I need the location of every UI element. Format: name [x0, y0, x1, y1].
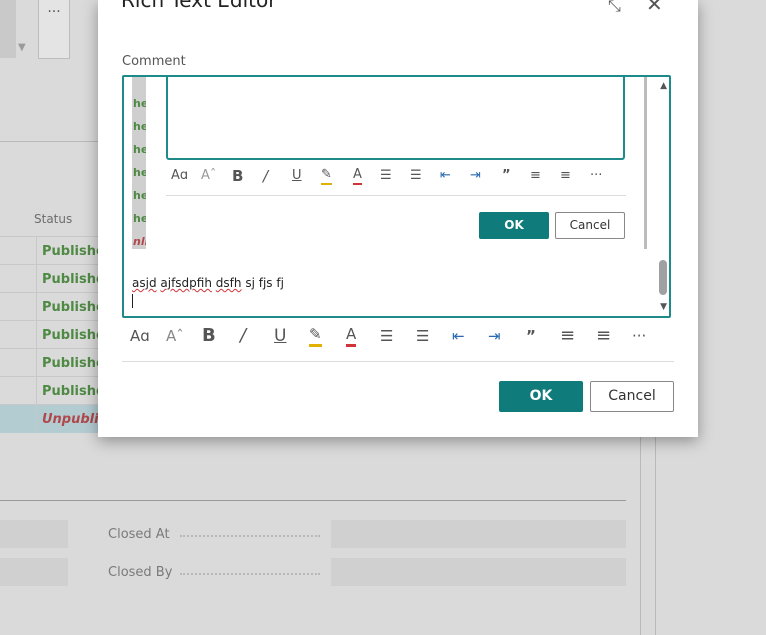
- status-value: Publishe: [42, 356, 105, 371]
- status-value: Publishe: [42, 384, 105, 399]
- left-field-2[interactable]: [0, 558, 68, 586]
- embedded-status-strip: he he he he he he nli: [132, 77, 146, 249]
- scroll-down-arrow-icon[interactable]: ▼: [18, 42, 26, 53]
- closed-at-leader: [180, 535, 320, 537]
- align-left-icon[interactable]: ≡: [560, 324, 575, 348]
- editor-word: asjd: [132, 276, 157, 290]
- editor-scroll-thumb[interactable]: [659, 260, 667, 295]
- embedded-status-published: he: [133, 143, 146, 156]
- status-row[interactable]: Publishe: [0, 376, 105, 405]
- embedded-ok-button[interactable]: OK: [479, 212, 549, 239]
- closed-at-field[interactable]: [331, 520, 626, 548]
- numbered-list-icon[interactable]: ☰: [410, 166, 422, 186]
- embedded-status-published: he: [133, 189, 146, 202]
- text-caret: [132, 294, 133, 308]
- quote-icon[interactable]: ”: [526, 324, 536, 348]
- editor-word: fj: [276, 276, 284, 290]
- closed-at-label: Closed At: [108, 527, 170, 542]
- align-center-icon[interactable]: ≡: [596, 324, 611, 348]
- embedded-status-published: he: [133, 166, 146, 179]
- highlight-icon[interactable]: ✎: [321, 166, 332, 185]
- more-options-button[interactable]: ...: [38, 0, 70, 59]
- dialog-separator: [122, 361, 674, 362]
- comment-label: Comment: [122, 54, 186, 69]
- rich-text-editor-dialog: Rich Text Editor ⤡ ✕ Comment he he he he…: [98, 0, 698, 437]
- editor-word: fjs: [258, 276, 273, 290]
- embedded-status-published: he: [133, 97, 146, 110]
- embedded-editor-area[interactable]: [166, 77, 625, 160]
- status-row[interactable]: Publishe: [0, 320, 105, 349]
- status-value: Publishe: [42, 300, 105, 315]
- indent-icon[interactable]: ⇥: [470, 166, 481, 186]
- more-options-label: ...: [47, 0, 61, 16]
- dialog-title: Rich Text Editor: [121, 0, 277, 12]
- editor-word: sj: [245, 276, 255, 290]
- editor-word: dsfh: [215, 276, 242, 290]
- font-size-icon[interactable]: Aɑ: [171, 166, 188, 186]
- indent-icon[interactable]: ⇥: [488, 324, 501, 348]
- outdent-icon[interactable]: ⇤: [452, 324, 465, 348]
- formatting-toolbar: Aɑ Aˆ B / U ✎ A ☰ ☰ ⇤ ⇥ ” ≡ ≡ ···: [122, 324, 671, 348]
- status-row[interactable]: Publishe: [0, 236, 105, 265]
- close-icon[interactable]: ✕: [646, 0, 663, 16]
- scroll-up-arrow-icon[interactable]: ▲: [660, 81, 667, 91]
- underline-icon[interactable]: U: [274, 324, 286, 348]
- status-value: Publishe: [42, 244, 105, 259]
- embedded-cancel-button[interactable]: Cancel: [555, 212, 625, 239]
- more-formatting-icon[interactable]: ···: [590, 166, 602, 186]
- more-formatting-icon[interactable]: ···: [632, 324, 646, 348]
- bullets-icon[interactable]: ☰: [380, 166, 392, 186]
- font-color-icon[interactable]: A: [346, 324, 357, 347]
- quote-icon[interactable]: ”: [502, 166, 511, 186]
- closed-by-label: Closed By: [108, 565, 173, 580]
- font-color-icon[interactable]: A: [353, 166, 362, 185]
- cancel-button[interactable]: Cancel: [590, 381, 674, 412]
- comment-editor[interactable]: he he he he he he nli Aɑ Aˆ B / U ✎ A ☰ …: [122, 75, 671, 318]
- embedded-scrollbar[interactable]: [644, 77, 647, 249]
- status-row[interactable]: Publishe: [0, 292, 105, 321]
- embedded-status-published: he: [133, 212, 146, 225]
- bullets-icon[interactable]: ☰: [380, 324, 393, 348]
- collapse-icon[interactable]: ⤡: [608, 0, 621, 16]
- section-divider: [0, 500, 626, 501]
- closed-by-leader: [180, 573, 320, 575]
- bold-icon[interactable]: B: [232, 166, 243, 186]
- status-row[interactable]: Unpublis: [0, 404, 106, 433]
- numbered-list-icon[interactable]: ☰: [416, 324, 429, 348]
- underline-icon[interactable]: U: [292, 166, 302, 186]
- grow-font-icon[interactable]: Aˆ: [201, 166, 216, 186]
- bold-icon[interactable]: B: [202, 324, 216, 348]
- status-row[interactable]: Publishe: [0, 264, 105, 293]
- font-size-icon[interactable]: Aɑ: [130, 324, 150, 348]
- status-value: Unpublis: [42, 412, 107, 427]
- grow-font-icon[interactable]: Aˆ: [166, 324, 184, 348]
- embedded-status-published: he: [133, 120, 146, 133]
- status-value: Publishe: [42, 272, 105, 287]
- closed-by-field[interactable]: [331, 558, 626, 586]
- editor-text[interactable]: asjd ajfsdpfih dsfh sj fjs fj: [132, 276, 284, 290]
- align-left-icon[interactable]: ≡: [530, 166, 541, 186]
- italic-icon[interactable]: /: [263, 166, 268, 186]
- ok-button[interactable]: OK: [499, 381, 583, 412]
- status-value: Publishe: [42, 328, 105, 343]
- outdent-icon[interactable]: ⇤: [440, 166, 451, 186]
- editor-word: ajfsdpfih: [160, 276, 212, 290]
- background-scrollbar[interactable]: [0, 0, 16, 58]
- embedded-separator: [166, 195, 626, 196]
- status-column-header: Status: [34, 212, 73, 226]
- left-field-1[interactable]: [0, 520, 68, 548]
- align-center-icon[interactable]: ≡: [560, 166, 571, 186]
- highlight-icon[interactable]: ✎: [309, 324, 322, 347]
- status-column-divider: [36, 236, 37, 432]
- scroll-down-arrow-icon[interactable]: ▼: [660, 302, 667, 312]
- embedded-status-unpublished: nli: [133, 235, 146, 248]
- embedded-toolbar: Aɑ Aˆ B / U ✎ A ☰ ☰ ⇤ ⇥ ” ≡ ≡ ···: [166, 166, 626, 186]
- italic-icon[interactable]: /: [240, 324, 246, 348]
- status-row[interactable]: Publishe: [0, 348, 105, 377]
